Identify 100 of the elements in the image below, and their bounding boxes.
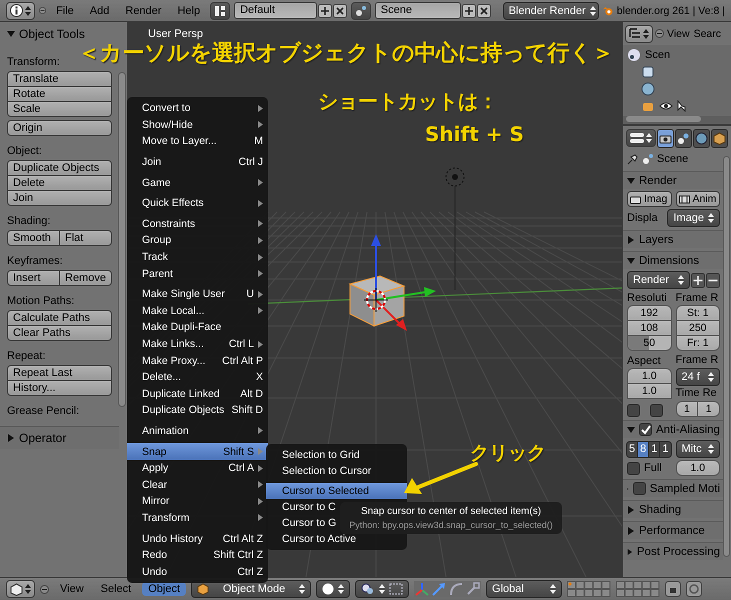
menu-item[interactable]: Duplicate Objects Shift D — [127, 402, 268, 419]
menu-item[interactable]: Undo History Ctrl Alt Z — [127, 530, 268, 547]
menu-item[interactable]: Convert to — [127, 100, 268, 117]
close-icon[interactable] — [332, 4, 347, 18]
properties-tab[interactable] — [675, 128, 692, 148]
add-icon[interactable] — [462, 4, 476, 18]
display-dropdown[interactable]: Image — [667, 209, 720, 227]
number-field[interactable]: 192 — [627, 305, 672, 321]
tool-button[interactable]: Duplicate Objects — [7, 160, 112, 176]
screen-layout-field[interactable]: Default — [234, 2, 317, 19]
pivot-dropdown[interactable] — [355, 580, 410, 598]
tool-button[interactable]: Insert — [7, 270, 60, 286]
shading-dropdown[interactable] — [316, 580, 350, 598]
properties-tab[interactable] — [711, 128, 728, 148]
tool-button[interactable]: History... — [7, 380, 112, 396]
scene-button[interactable] — [350, 2, 371, 20]
tool-button[interactable]: Calculate Paths — [7, 310, 112, 326]
collapse-menus-icon[interactable] — [655, 29, 664, 38]
add-icon[interactable] — [691, 272, 705, 288]
collapse-triangle-icon[interactable] — [7, 30, 15, 38]
expand-triangle-icon[interactable] — [627, 548, 633, 556]
menu-item[interactable]: Mirror — [127, 493, 268, 510]
minus-icon[interactable] — [706, 272, 720, 288]
collapse-triangle-icon[interactable] — [627, 256, 635, 264]
properties-tab[interactable] — [657, 128, 674, 148]
tool-button[interactable]: Repeat Last — [7, 365, 112, 381]
menu-item[interactable]: Undo Ctrl Z — [127, 563, 268, 580]
menu-item[interactable]: Animation — [127, 422, 268, 440]
cursor-arrow-icon[interactable] — [677, 100, 687, 112]
menu-item[interactable]: Make Proxy... Ctrl Alt P — [127, 352, 268, 369]
menu-item[interactable]: Selection to Grid — [266, 447, 407, 463]
number-field[interactable]: 1.0 — [676, 460, 720, 476]
frame-rate-dropdown[interactable]: 24 f — [676, 368, 720, 386]
arc-icon[interactable] — [448, 581, 464, 597]
sample-option[interactable]: 8 — [637, 440, 650, 458]
filter-dropdown[interactable]: Mitc — [676, 440, 720, 458]
cube[interactable] — [348, 275, 406, 327]
menu-item[interactable]: Make Single User U — [127, 286, 268, 303]
menu-item[interactable]: Object — [142, 582, 186, 596]
display-mode-button[interactable] — [625, 24, 653, 43]
menu-item[interactable]: Move to Layer... M — [127, 133, 268, 150]
menu-item[interactable]: Group — [127, 232, 268, 249]
number-field[interactable]: 1 — [676, 401, 698, 417]
menu-item[interactable]: Clear — [127, 476, 268, 494]
number-field[interactable]: 1 — [697, 401, 720, 417]
number-field[interactable]: 1.0 — [627, 368, 672, 384]
number-field[interactable]: Fr: 1 — [676, 335, 720, 351]
menu-item[interactable]: Render — [119, 4, 168, 18]
tool-button[interactable]: Delete — [7, 175, 112, 191]
eye-icon[interactable] — [659, 101, 673, 112]
checkbox[interactable] — [650, 404, 663, 416]
expand-triangle-icon[interactable] — [627, 526, 635, 534]
menu-item[interactable]: Selection to Cursor — [266, 463, 407, 479]
tool-button[interactable]: Smooth — [7, 230, 60, 246]
menu-item[interactable]: Track — [127, 248, 268, 266]
collapse-triangle-icon[interactable] — [627, 426, 635, 434]
render-button[interactable]: Anim — [676, 191, 720, 207]
percentage-slider[interactable]: 50 — [627, 335, 672, 351]
transform-gizmo[interactable] — [371, 234, 436, 331]
lock-icon[interactable] — [665, 581, 682, 597]
tool-button[interactable]: Remove — [59, 270, 112, 286]
tool-button[interactable]: Scale — [7, 101, 112, 117]
menu-item[interactable]: Duplicate Linked Alt D — [127, 386, 268, 402]
tool-button[interactable]: Translate — [7, 71, 112, 87]
menu-item[interactable]: Quick Effects — [127, 194, 268, 212]
menu-item[interactable]: Game — [127, 174, 268, 191]
menu-item[interactable]: Parent — [127, 265, 268, 282]
expand-triangle-icon[interactable] — [627, 506, 635, 514]
menu-item[interactable]: Transform — [127, 510, 268, 526]
scrollbar[interactable] — [118, 72, 126, 407]
screen-layout-button[interactable] — [210, 2, 230, 20]
tool-button[interactable]: Join — [7, 190, 112, 206]
editor-type-button[interactable] — [626, 129, 656, 147]
menu-item[interactable]: Constraints — [127, 216, 268, 232]
menu-item[interactable]: Make Dupli-Face — [127, 319, 268, 336]
menu-item[interactable]: Join Ctrl J — [127, 154, 268, 170]
orientation-dropdown[interactable]: Global — [486, 580, 562, 598]
scrollbar[interactable] — [723, 156, 730, 557]
sample-option[interactable]: 1 — [659, 440, 672, 458]
menu-item[interactable]: Cursor to Active — [266, 531, 407, 547]
menu-item[interactable]: Show/Hide — [127, 116, 268, 134]
add-icon[interactable] — [318, 4, 332, 18]
properties-tab[interactable] — [693, 128, 710, 148]
number-field[interactable]: 1.0 — [627, 382, 672, 398]
pin-icon[interactable] — [627, 153, 639, 165]
collapse-menus-icon[interactable] — [39, 6, 46, 15]
proportional-edit-icon[interactable] — [686, 581, 702, 597]
scrollbar[interactable] — [626, 116, 701, 122]
expand-triangle-icon[interactable] — [7, 434, 15, 442]
tool-button[interactable]: Clear Paths — [7, 325, 112, 341]
number-field[interactable]: 108 — [627, 320, 672, 336]
editor-type-button[interactable] — [6, 580, 35, 598]
collapse-triangle-icon[interactable] — [627, 176, 635, 184]
expand-triangle-icon[interactable] — [627, 236, 635, 244]
checkbox[interactable] — [632, 482, 646, 495]
menu-item[interactable]: Snap Shift S — [127, 443, 268, 460]
info-editor-button[interactable] — [6, 2, 35, 20]
mode-dropdown[interactable]: Object Mode — [191, 580, 312, 598]
menu-item[interactable]: Cursor to Selected — [266, 483, 407, 499]
menu-item[interactable]: Add — [84, 4, 116, 18]
